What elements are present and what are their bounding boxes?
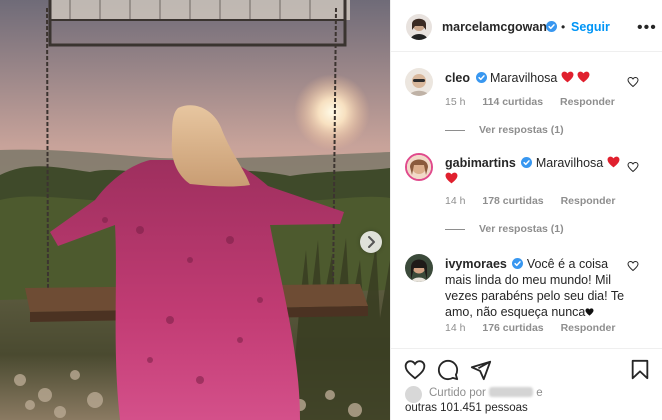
view-replies-button[interactable]: Ver respostas (1) xyxy=(445,124,564,136)
commenter-username[interactable]: cleo xyxy=(445,71,470,85)
separator-dot: • xyxy=(561,20,566,34)
comment-like-heart-icon[interactable] xyxy=(627,161,639,173)
red-heart-emoji-icon xyxy=(577,71,590,83)
comment-body: gabimartins Maravilhosa xyxy=(445,155,627,187)
liked-by-prefix: Curtido por xyxy=(429,387,486,399)
replies-divider-line xyxy=(445,228,465,230)
red-heart-emoji-icon xyxy=(445,172,458,184)
reply-button[interactable]: Responder xyxy=(561,322,616,334)
commenter-username[interactable]: ivymoraes xyxy=(445,257,507,271)
comment-time: 14 h xyxy=(445,195,466,207)
heart-outline-icon[interactable] xyxy=(404,359,426,381)
follow-button[interactable]: Seguir xyxy=(571,20,610,34)
commenter-avatar[interactable] xyxy=(405,153,433,181)
reply-button[interactable]: Responder xyxy=(561,195,616,207)
red-heart-emoji-icon xyxy=(561,71,574,83)
verified-badge-icon xyxy=(475,72,487,83)
comment-time: 15 h xyxy=(445,96,466,108)
replies-divider-line xyxy=(445,129,465,131)
comment-meta: 15 h 114 curtidas Responder xyxy=(445,96,629,108)
author-avatar[interactable] xyxy=(406,14,432,40)
comment-likes[interactable]: 178 curtidas xyxy=(482,195,543,207)
post-header: marcelamcgowan • Seguir ••• xyxy=(391,0,662,52)
post-side-panel: marcelamcgowan • Seguir ••• cleo Maravil… xyxy=(390,0,662,420)
verified-badge-icon xyxy=(546,21,557,32)
instagram-post: marcelamcgowan • Seguir ••• cleo Maravil… xyxy=(0,0,662,420)
bookmark-icon[interactable] xyxy=(629,359,651,381)
comment-like-heart-icon[interactable] xyxy=(627,76,639,88)
commenter-avatar[interactable] xyxy=(405,254,433,282)
liked-by-connector: e xyxy=(536,387,543,399)
sunset-swing-photo xyxy=(0,0,390,420)
author-username[interactable]: marcelamcgowan xyxy=(442,20,547,34)
comment-likes[interactable]: 176 curtidas xyxy=(482,322,543,334)
post-action-bar xyxy=(391,348,662,388)
comment-text: Maravilhosa xyxy=(535,156,604,170)
comment-likes[interactable]: 114 curtidas xyxy=(482,96,543,108)
paper-plane-icon[interactable] xyxy=(470,359,492,381)
view-replies-label: Ver respostas (1) xyxy=(479,223,564,235)
liker-username-blurred[interactable] xyxy=(489,387,534,397)
comment-text: Maravilhosa xyxy=(489,71,558,85)
chevron-right-icon xyxy=(368,236,375,248)
carousel-next-button[interactable] xyxy=(360,231,382,253)
red-heart-emoji-icon xyxy=(607,156,620,168)
comment-body: cleo Maravilhosa xyxy=(445,70,627,86)
more-options-icon[interactable]: ••• xyxy=(637,19,657,37)
comment-meta: 14 h 176 curtidas Responder xyxy=(445,322,629,334)
speech-bubble-icon[interactable] xyxy=(437,359,459,381)
view-replies-button[interactable]: Ver respostas (1) xyxy=(445,223,564,235)
liked-by-others-count[interactable]: outras 101.451 pessoas xyxy=(405,402,528,414)
comment-time: 14 h xyxy=(445,322,466,334)
post-photo[interactable] xyxy=(0,0,390,420)
comment-like-heart-icon[interactable] xyxy=(627,260,639,272)
commenter-avatar[interactable] xyxy=(405,68,433,96)
view-replies-label: Ver respostas (1) xyxy=(479,124,564,136)
verified-badge-icon xyxy=(512,258,524,269)
black-heart-emoji-icon xyxy=(585,308,594,316)
comment-body: ivymoraes Você é a coisa mais linda do m… xyxy=(445,256,627,320)
commenter-username[interactable]: gabimartins xyxy=(445,156,516,170)
verified-badge-icon xyxy=(521,157,533,168)
reply-button[interactable]: Responder xyxy=(560,96,615,108)
comment-meta: 14 h 178 curtidas Responder xyxy=(445,195,629,207)
